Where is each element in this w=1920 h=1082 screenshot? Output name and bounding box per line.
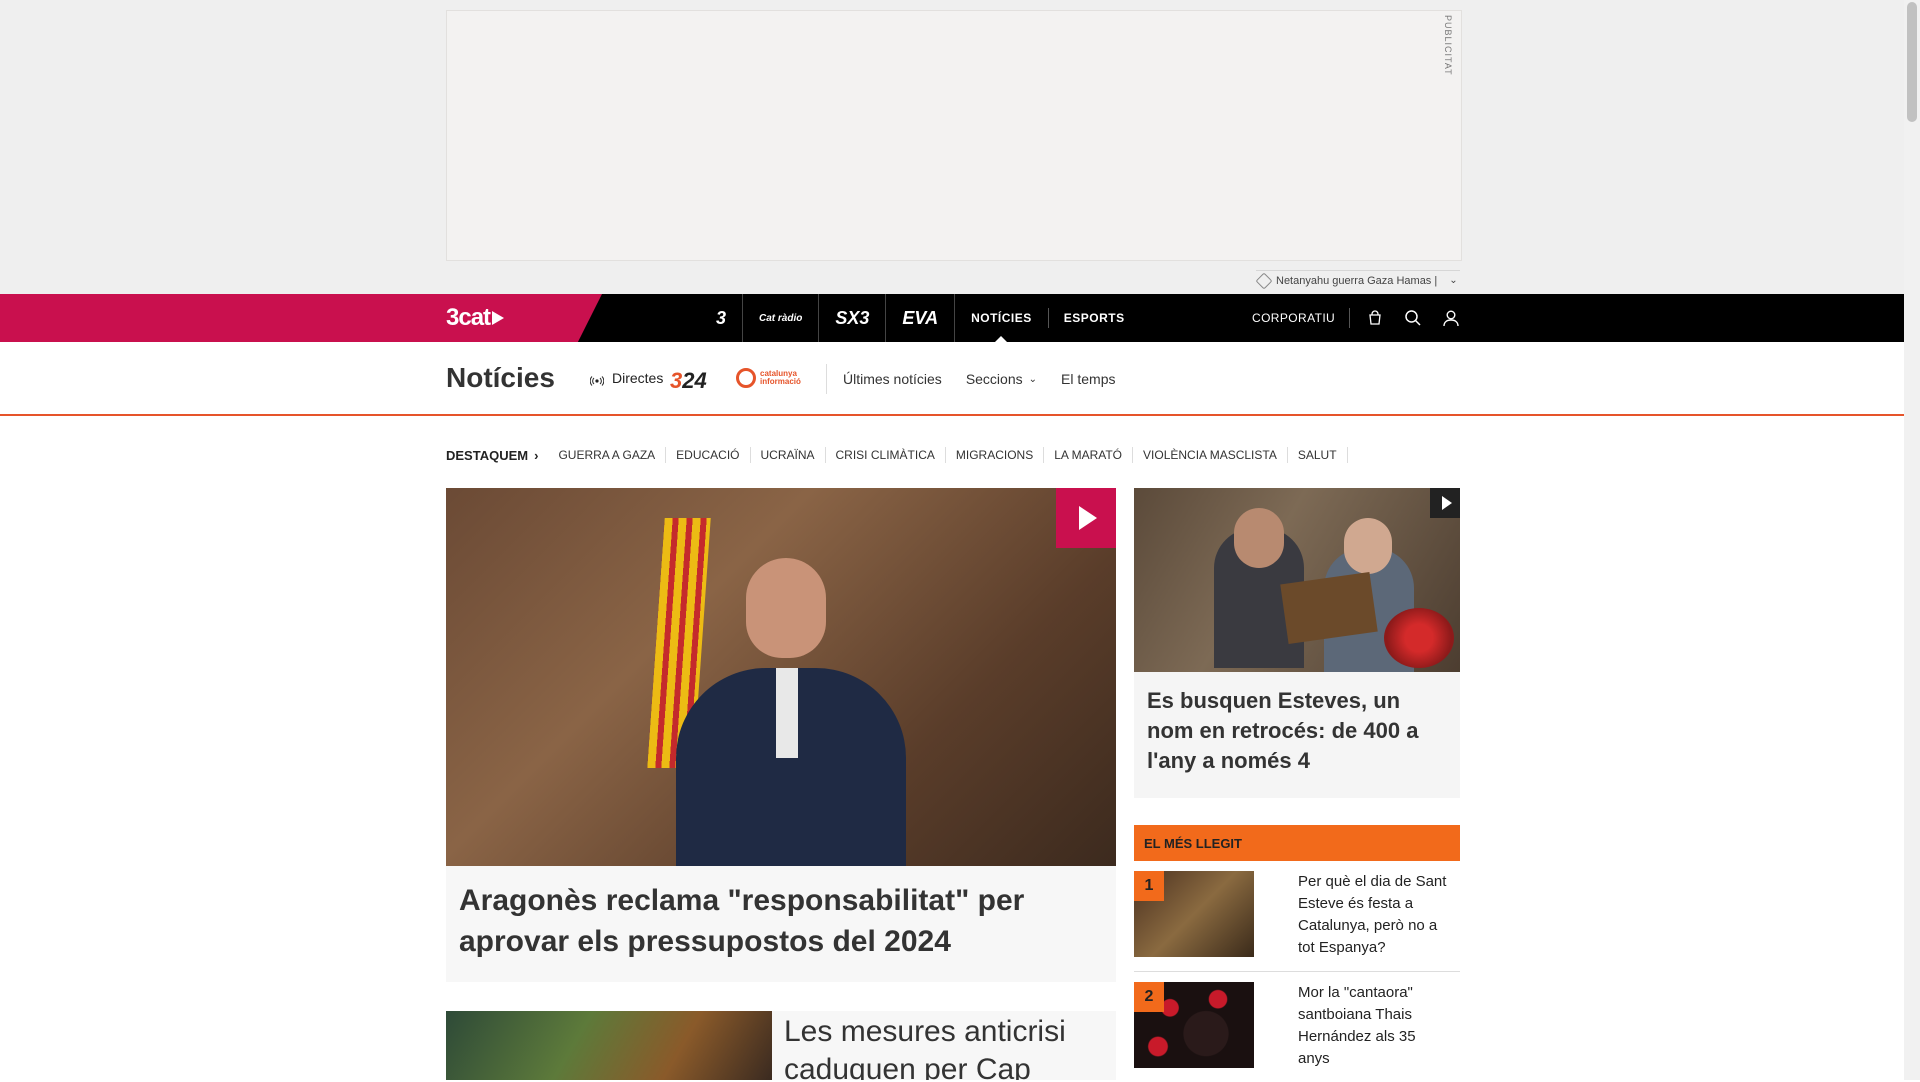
most-read-title[interactable]: Mor la "cantaora" santboiana Thais Herná… xyxy=(1298,982,1448,1070)
logo-324[interactable]: 332424 xyxy=(670,368,707,394)
topics-bar: DESTAQUEM › GUERRA A GAZA EDUCACIÓ UCRAÏ… xyxy=(446,445,1348,465)
brand-logo[interactable]: 3cat xyxy=(446,304,505,331)
section-title: Notícies xyxy=(446,362,555,393)
main-article-image[interactable] xyxy=(446,488,1116,866)
topics-lead[interactable]: DESTAQUEM › xyxy=(446,448,538,463)
channel-catradio[interactable]: Cat ràdio xyxy=(743,294,820,342)
topic-tag-line[interactable]: Netanyahu guerra Gaza Hamas | ⌄ xyxy=(1255,270,1460,290)
nav-el-temps-label: El temps xyxy=(1061,371,1116,387)
topics-lead-label: DESTAQUEM xyxy=(446,447,529,463)
topic-item[interactable]: MIGRACIONS xyxy=(946,447,1045,463)
nav-el-temps[interactable]: El temps xyxy=(1049,371,1127,387)
chevron-down-icon: ⌄ xyxy=(1028,373,1038,385)
channel-tv3[interactable]: 3 xyxy=(700,294,744,342)
ad-label: PUBLICITAT xyxy=(1443,15,1453,76)
person-head xyxy=(1234,508,1284,568)
topic-item[interactable]: SALUT xyxy=(1288,447,1348,463)
side-article-card[interactable]: Es busquen Esteves, un nom en retrocés: … xyxy=(1134,488,1460,798)
brand-play-icon xyxy=(492,311,505,325)
live-broadcast-icon xyxy=(589,373,605,386)
channel-sx3[interactable]: SX3 xyxy=(819,294,887,342)
most-read-panel: EL MÉS LLEGIT 1 Per què el dia de Sant E… xyxy=(1134,825,1460,1082)
chevron-down-icon: ⌄ xyxy=(1449,275,1458,286)
most-read-title[interactable]: Per què el dia de Sant Esteve és festa a… xyxy=(1298,871,1448,959)
channel-esports[interactable]: ESPORTS xyxy=(1047,294,1141,342)
channel-noticies[interactable]: NOTÍCIES xyxy=(955,294,1048,342)
topic-item[interactable]: GUERRA A GAZA xyxy=(548,447,667,463)
channel-eva[interactable]: EVA xyxy=(886,294,956,342)
most-read-item[interactable]: 2 Mor la "cantaora" santboiana Thais Her… xyxy=(1134,972,1460,1082)
directes-link[interactable]: Directes xyxy=(589,370,664,386)
most-read-rank: 1 xyxy=(1134,871,1164,901)
shop-icon[interactable] xyxy=(1356,294,1394,342)
section-nav: Últimes notícies Seccions ⌄ El temps xyxy=(826,364,1127,394)
topic-item[interactable]: CRISI CLIMÀTICA xyxy=(826,447,946,463)
person-head xyxy=(1344,518,1392,574)
directes-label: Directes xyxy=(612,370,664,386)
poinsettia-shape xyxy=(1384,608,1454,668)
most-read-rank: 2 xyxy=(1134,982,1164,1012)
nav-seccions-label: Seccions xyxy=(965,371,1023,387)
most-read-item[interactable]: 1 Per què el dia de Sant Esteve és festa… xyxy=(1134,861,1460,972)
top-navigation: 3cat 3 Cat ràdio SX3 EVA NOTÍCIES ESPORT… xyxy=(0,294,1904,342)
scrollbar-thumb[interactable] xyxy=(1907,2,1917,122)
main-article-title[interactable]: Aragonès reclama "responsabilitat" per a… xyxy=(459,880,1099,962)
ad-zone: PUBLICITAT Netanyahu guerra Gaza Hamas |… xyxy=(0,0,1904,294)
nav-seccions[interactable]: Seccions ⌄ xyxy=(954,371,1049,387)
topic-item[interactable]: VIOLÈNCIA MASCLISTA xyxy=(1133,447,1288,463)
ad-banner[interactable] xyxy=(446,10,1462,261)
user-icon[interactable] xyxy=(1432,294,1470,342)
second-article-card[interactable]: Les mesures anticrisi caduquen per Cap xyxy=(446,1011,1116,1080)
topic-tag-text: Netanyahu guerra Gaza Hamas | xyxy=(1276,274,1438,287)
most-read-heading: EL MÉS LLEGIT xyxy=(1134,825,1460,861)
brand-name: 3cat xyxy=(446,304,491,331)
video-play-icon[interactable] xyxy=(1056,488,1116,548)
ad-label-wrap: PUBLICITAT xyxy=(1441,15,1457,76)
side-article-image[interactable] xyxy=(1134,488,1460,672)
nav-ultimes-noticies[interactable]: Últimes notícies xyxy=(827,371,954,387)
search-icon[interactable] xyxy=(1394,294,1432,342)
topic-item[interactable]: LA MARATÓ xyxy=(1044,447,1134,463)
book-shape xyxy=(1280,572,1378,644)
video-play-icon[interactable] xyxy=(1430,488,1460,518)
ci-logo-text: catalunya informació xyxy=(760,369,801,386)
section-header: Notícies Directes 332424 catalunya infor… xyxy=(0,342,1904,416)
brand-block xyxy=(0,294,602,342)
topic-item[interactable]: EDUCACIÓ xyxy=(666,447,751,463)
ci-circle-icon xyxy=(736,368,756,388)
nav-ultimes-label: Últimes notícies xyxy=(843,371,942,387)
top-right-tools: CORPORATIU xyxy=(1252,294,1470,342)
person-head xyxy=(746,558,826,658)
side-article-title[interactable]: Es busquen Esteves, un nom en retrocés: … xyxy=(1147,686,1447,776)
tag-icon xyxy=(1255,272,1273,289)
topic-item[interactable]: UCRAÏNA xyxy=(751,447,826,463)
chevron-right-icon: › xyxy=(534,447,539,463)
scrollbar[interactable] xyxy=(1904,0,1920,1080)
person-shirt xyxy=(776,668,798,758)
logo-catalunya-informacio[interactable]: catalunya informació xyxy=(736,368,818,388)
corporatiu-link[interactable]: CORPORATIU xyxy=(1252,308,1351,328)
second-article-image[interactable] xyxy=(446,1011,772,1080)
main-article-card[interactable]: Aragonès reclama "responsabilitat" per a… xyxy=(446,488,1116,982)
channel-nav: 3 Cat ràdio SX3 EVA NOTÍCIES ESPORTS xyxy=(700,294,1141,342)
second-article-title[interactable]: Les mesures anticrisi caduquen per Cap xyxy=(784,1013,1104,1080)
